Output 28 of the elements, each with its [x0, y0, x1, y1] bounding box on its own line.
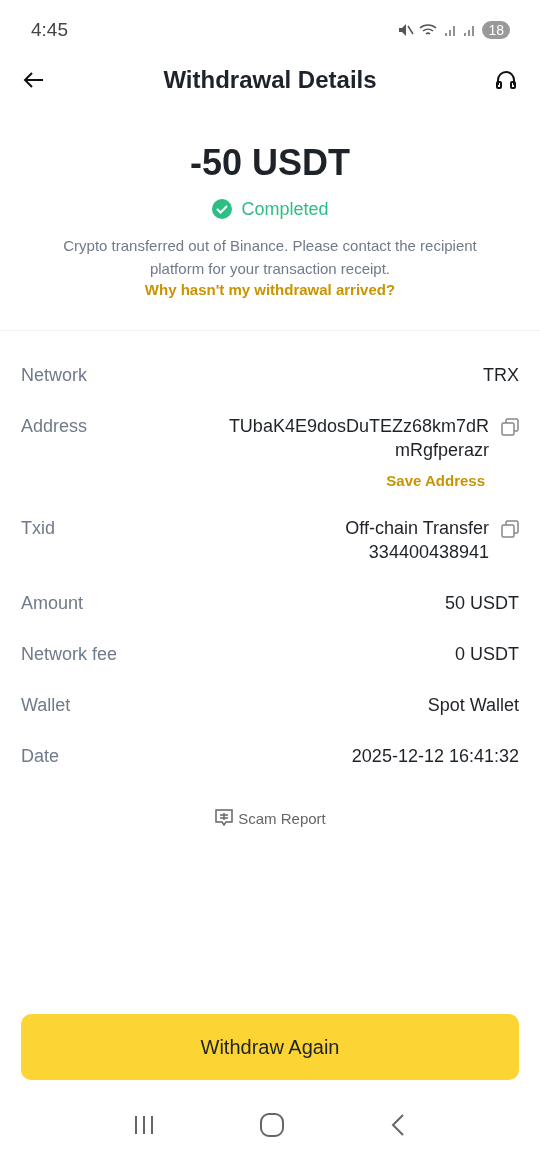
detail-label: Amount [21, 592, 84, 615]
detail-label: Wallet [21, 694, 71, 717]
detail-value: Spot Wallet [427, 694, 519, 717]
detail-value: 50 USDT [444, 592, 519, 615]
detail-label: Date [21, 745, 60, 768]
info-text: Crypto transferred out of Binance. Please contact the recipient platform for your transaction receipt. [62, 236, 478, 279]
status-text: Completed [241, 198, 329, 220]
detail-label: Txid [21, 517, 55, 540]
detail-value: 0 USDT [455, 643, 519, 666]
detail-label: Address [21, 415, 88, 438]
home-icon[interactable] [259, 1112, 285, 1138]
detail-value: TRX [483, 364, 519, 387]
detail-label: Network fee [21, 643, 118, 666]
status-time: 4:45 [31, 19, 68, 41]
withdraw-again-button[interactable]: Withdraw Again [21, 1014, 519, 1080]
battery-indicator: 18 [482, 21, 510, 39]
report-icon[interactable] [214, 808, 235, 828]
detail-value: TUbaK4E9dosDuTEZz68km7dR mRgfperazr [228, 415, 489, 462]
copy-icon[interactable] [501, 418, 519, 436]
detail-value: Off-chain Transfer 334400438941 [345, 517, 489, 564]
detail-value: 2025-12-12 16:41:32 [351, 745, 519, 768]
page-title: Withdrawal Details [163, 66, 377, 94]
scam-report-link[interactable]: Scam Report [238, 809, 326, 827]
withdrawal-amount: -50 USDT [190, 142, 350, 184]
detail-label: Network [21, 364, 87, 387]
headset-icon[interactable] [494, 68, 518, 92]
mute-icon [398, 23, 415, 37]
copy-icon[interactable] [501, 520, 519, 538]
